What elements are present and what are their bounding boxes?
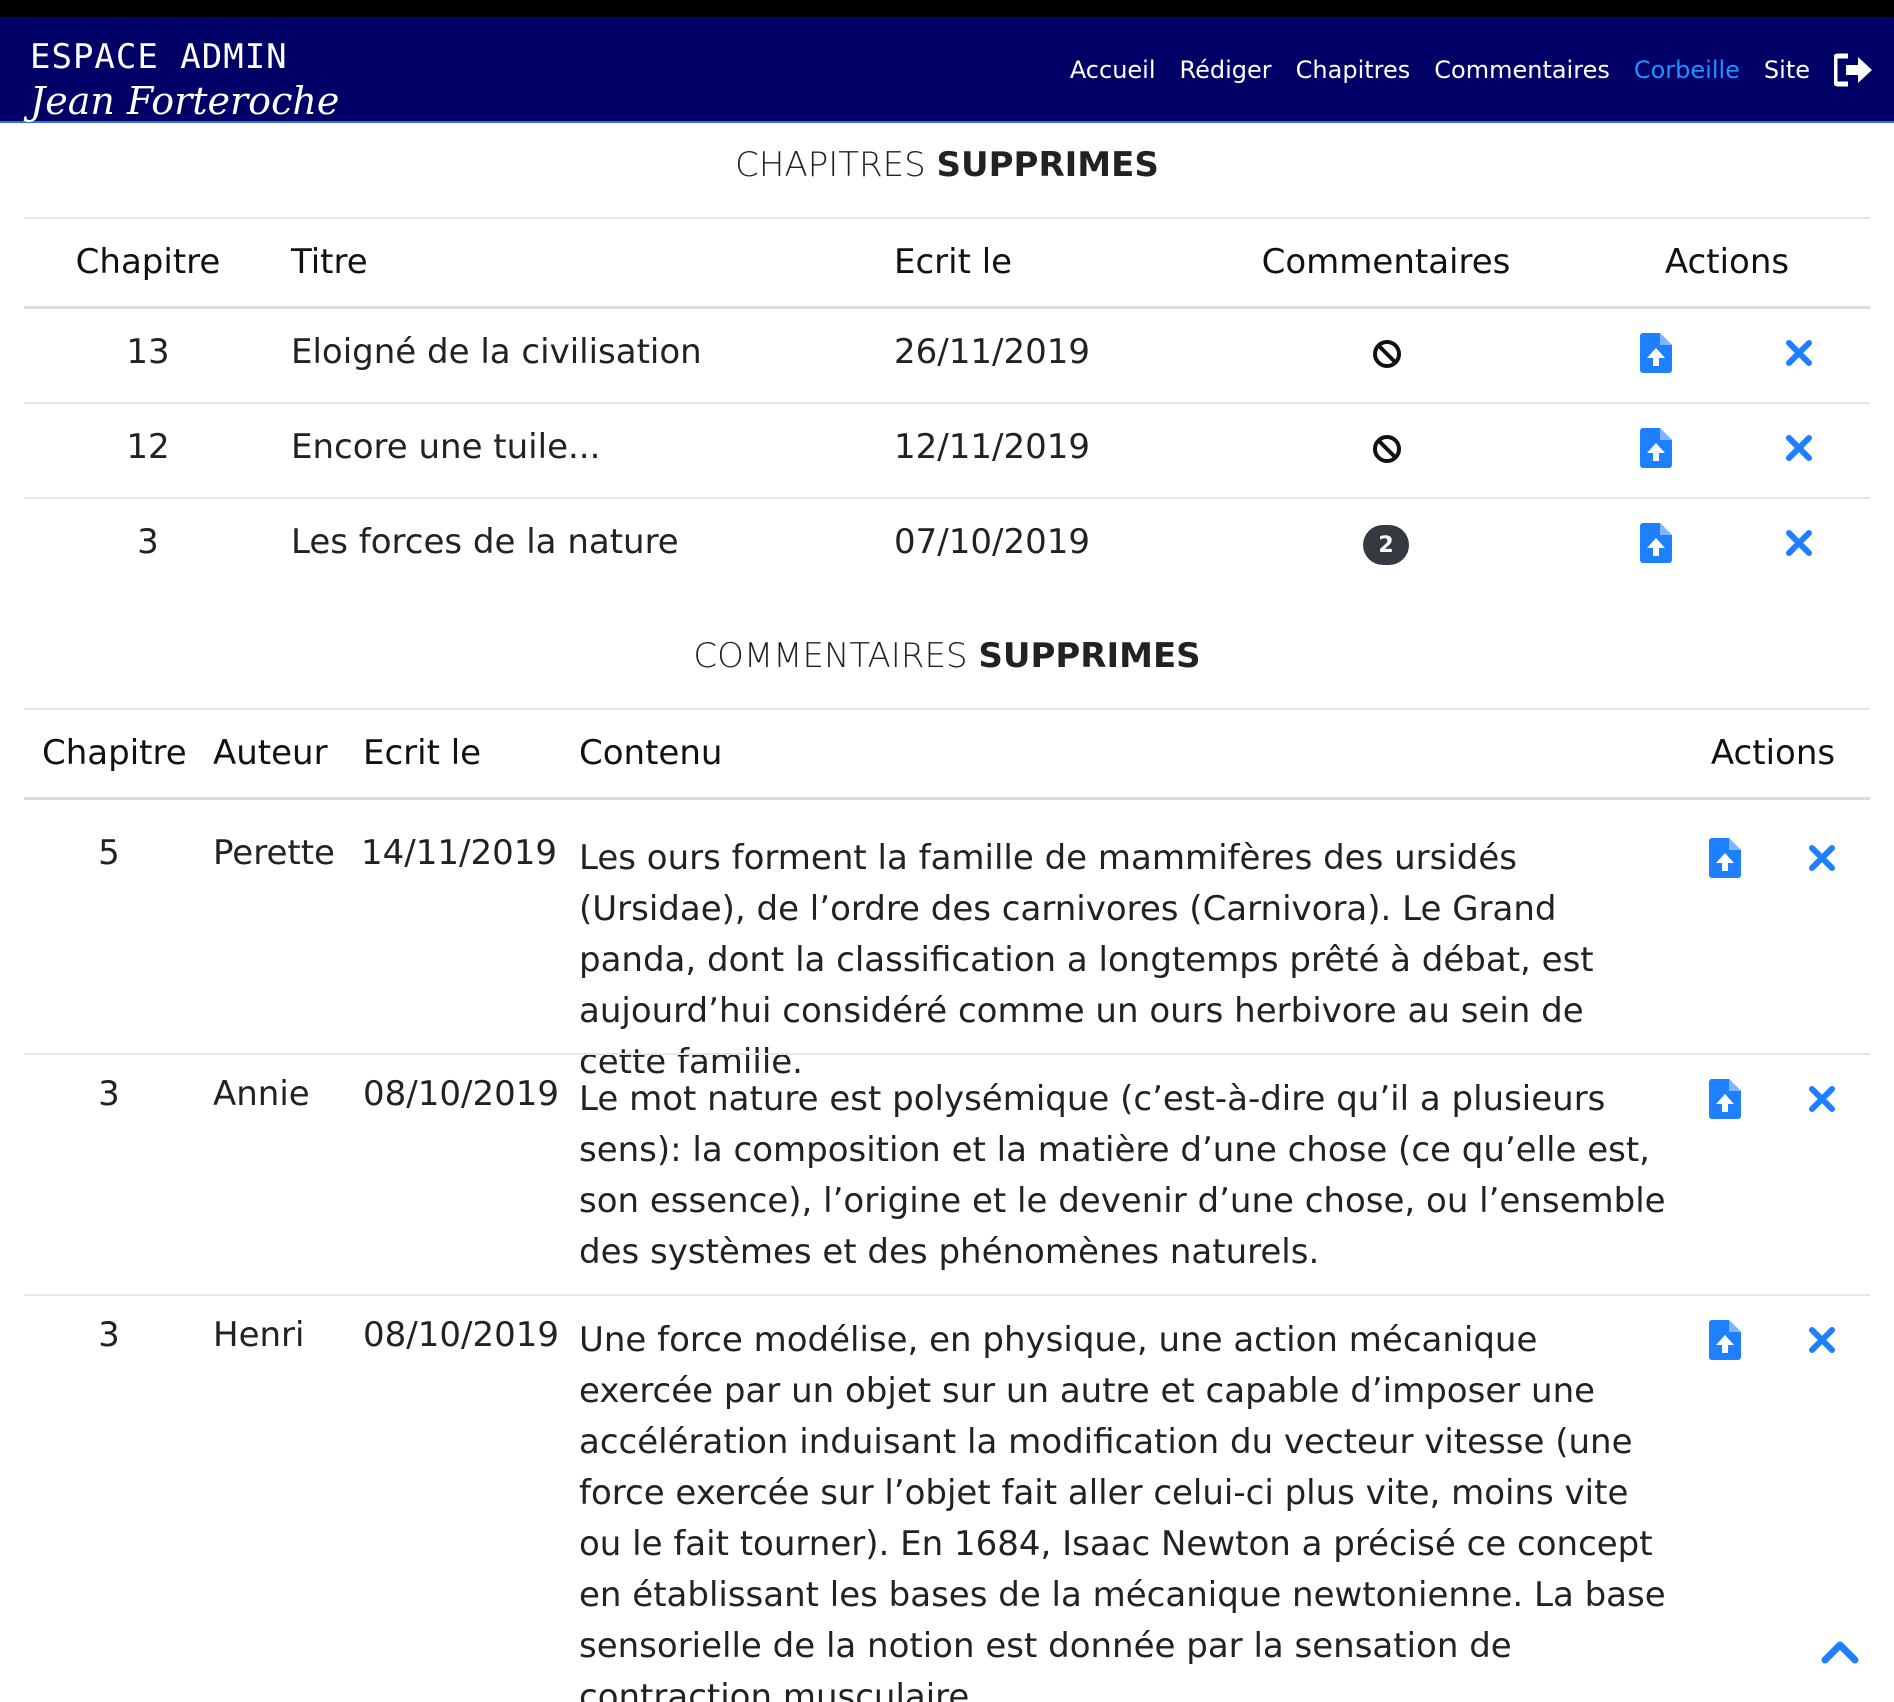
comment-author: Annie — [213, 1074, 310, 1114]
col-header-actions: Actions — [1710, 733, 1836, 773]
divider — [24, 708, 1870, 710]
col-header-chapter: Chapitre — [75, 242, 221, 282]
comment-date: 08/10/2019 — [363, 1074, 559, 1114]
file-upload-icon[interactable] — [1709, 1079, 1741, 1119]
close-icon[interactable] — [1808, 844, 1836, 872]
nav-rediger[interactable]: Rédiger — [1180, 56, 1272, 84]
comment-count-badge: 2 — [1363, 525, 1409, 565]
ban-icon — [1373, 340, 1401, 368]
main-nav: Accueil Rédiger Chapitres Commentaires C… — [1046, 53, 1874, 87]
comment-content: Les ours forment la famille de mammifère… — [579, 838, 1594, 1082]
nav-corbeille[interactable]: Corbeille — [1634, 56, 1740, 84]
file-upload-icon[interactable] — [1640, 333, 1672, 373]
chapter-title: Eloigné de la civilisation — [291, 332, 702, 372]
comments-title-bold: SUPPRIMES — [978, 636, 1201, 676]
chapter-number: 12 — [126, 427, 170, 467]
close-icon[interactable] — [1785, 434, 1813, 462]
divider — [24, 217, 1870, 219]
comments-section-title: COMMENTAIRES SUPPRIMES — [0, 636, 1894, 676]
comment-content: Le mot nature est polysémique (c’est-à-d… — [579, 1079, 1666, 1272]
close-icon[interactable] — [1808, 1085, 1836, 1113]
close-icon[interactable] — [1808, 1326, 1836, 1354]
close-icon[interactable] — [1785, 339, 1813, 367]
col-header-date: Ecrit le — [894, 242, 1013, 282]
row-divider — [24, 497, 1870, 499]
comment-chapter: 3 — [98, 1074, 120, 1114]
close-icon[interactable] — [1785, 529, 1813, 557]
chapter-number: 13 — [126, 332, 170, 372]
chapter-date: 26/11/2019 — [894, 332, 1090, 372]
file-upload-icon[interactable] — [1709, 838, 1741, 878]
col-header-author: Auteur — [213, 733, 328, 773]
row-divider — [24, 1053, 1870, 1055]
col-header-title: Titre — [291, 242, 368, 282]
sign-out-icon[interactable] — [1832, 53, 1874, 87]
comment-date: 14/11/2019 — [361, 833, 557, 873]
comments-title-light: COMMENTAIRES — [693, 636, 968, 676]
file-upload-icon[interactable] — [1640, 428, 1672, 468]
header-divider — [24, 797, 1870, 800]
chapter-title: Encore une tuile... — [291, 427, 601, 467]
col-header-date: Ecrit le — [363, 733, 482, 773]
chapter-date: 07/10/2019 — [894, 522, 1090, 562]
comment-author: Henri — [213, 1315, 305, 1355]
chapters-title-bold: SUPPRIMES — [936, 145, 1159, 185]
file-upload-icon[interactable] — [1709, 1320, 1741, 1360]
chapter-date: 12/11/2019 — [894, 427, 1090, 467]
chapters-title-light: CHAPITRES — [735, 145, 926, 185]
nav-site[interactable]: Site — [1764, 56, 1810, 84]
row-divider — [24, 402, 1870, 404]
comment-date: 08/10/2019 — [363, 1315, 559, 1355]
comment-content: Une force modélise, en physique, une act… — [579, 1320, 1666, 1702]
comment-chapter: 5 — [98, 833, 120, 873]
comment-author: Perette — [213, 833, 335, 873]
nav-accueil[interactable]: Accueil — [1070, 56, 1156, 84]
chevron-up-icon[interactable] — [1821, 1638, 1859, 1664]
col-header-comments: Commentaires — [1261, 242, 1511, 282]
comment-chapter: 3 — [98, 1315, 120, 1355]
header-divider — [24, 306, 1870, 309]
ban-icon — [1373, 435, 1401, 463]
nav-commentaires[interactable]: Commentaires — [1434, 56, 1610, 84]
chapter-number: 3 — [137, 522, 159, 562]
col-header-actions: Actions — [1664, 242, 1790, 282]
file-upload-icon[interactable] — [1640, 523, 1672, 563]
chapter-title: Les forces de la nature — [291, 522, 679, 562]
row-divider — [24, 1294, 1870, 1296]
brand-title[interactable]: ESPACE ADMIN — [30, 37, 288, 77]
col-header-chapter: Chapitre — [42, 733, 187, 773]
col-header-content: Contenu — [579, 733, 723, 773]
top-strip — [0, 0, 1894, 17]
chapters-section-title: CHAPITRES SUPPRIMES — [0, 145, 1894, 185]
nav-chapitres[interactable]: Chapitres — [1296, 56, 1411, 84]
brand-signature[interactable]: Jean Forteroche — [30, 79, 339, 123]
navbar: ESPACE ADMIN Jean Forteroche Accueil Réd… — [0, 17, 1894, 123]
